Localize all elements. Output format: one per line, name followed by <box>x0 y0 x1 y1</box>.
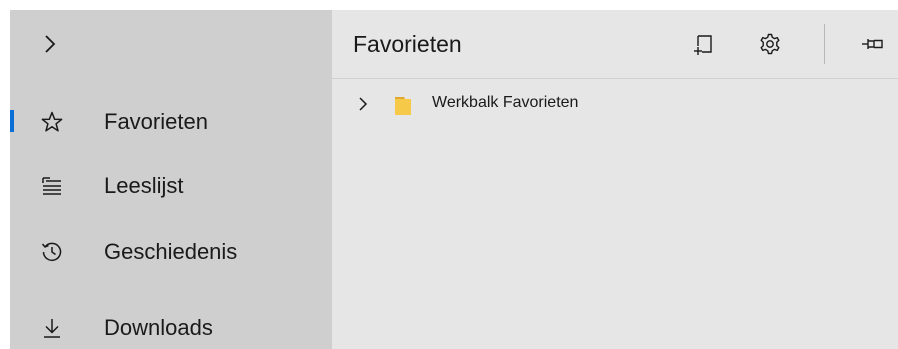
add-to-favorites-button[interactable] <box>690 30 718 58</box>
nav-item-label: Favorieten <box>104 109 208 134</box>
nav-item-geschiedenis[interactable]: Geschiedenis <box>10 224 332 280</box>
settings-button[interactable] <box>756 30 784 58</box>
expand-rail-button[interactable] <box>40 32 60 56</box>
add-page-icon <box>694 35 712 55</box>
nav-item-leeslijst[interactable]: Leeslijst <box>10 158 332 214</box>
favorites-pane: Favorieten Werkbalk Favorieten <box>332 10 898 349</box>
history-icon <box>40 240 64 264</box>
nav-item-favorieten[interactable]: Favorieten <box>10 94 332 150</box>
tree-item-label: Werkbalk Favorieten <box>432 94 579 111</box>
pin-button[interactable] <box>860 30 888 58</box>
page-title: Favorieten <box>353 31 462 57</box>
hub-window: Favorieten Leeslijst Geschiedenis Downlo… <box>10 10 898 349</box>
tree-item-werkbalk-favorieten[interactable]: Werkbalk Favorieten <box>332 90 898 118</box>
nav-item-label: Geschiedenis <box>104 239 238 264</box>
selection-indicator <box>10 110 14 132</box>
star-icon <box>40 110 64 134</box>
header-divider <box>824 24 825 64</box>
download-icon <box>40 316 64 340</box>
folder-icon <box>394 94 412 116</box>
pin-icon <box>862 39 883 49</box>
reading-list-icon <box>40 174 64 198</box>
nav-item-label: Downloads <box>104 315 213 340</box>
chevron-right-icon <box>45 35 56 53</box>
pane-header: Favorieten <box>332 10 898 79</box>
gear-icon <box>760 33 780 55</box>
nav-item-downloads[interactable]: Downloads <box>10 300 332 349</box>
hub-nav-rail: Favorieten Leeslijst Geschiedenis Downlo… <box>10 10 332 349</box>
nav-item-label: Leeslijst <box>104 173 184 198</box>
chevron-right-icon[interactable] <box>356 94 370 114</box>
